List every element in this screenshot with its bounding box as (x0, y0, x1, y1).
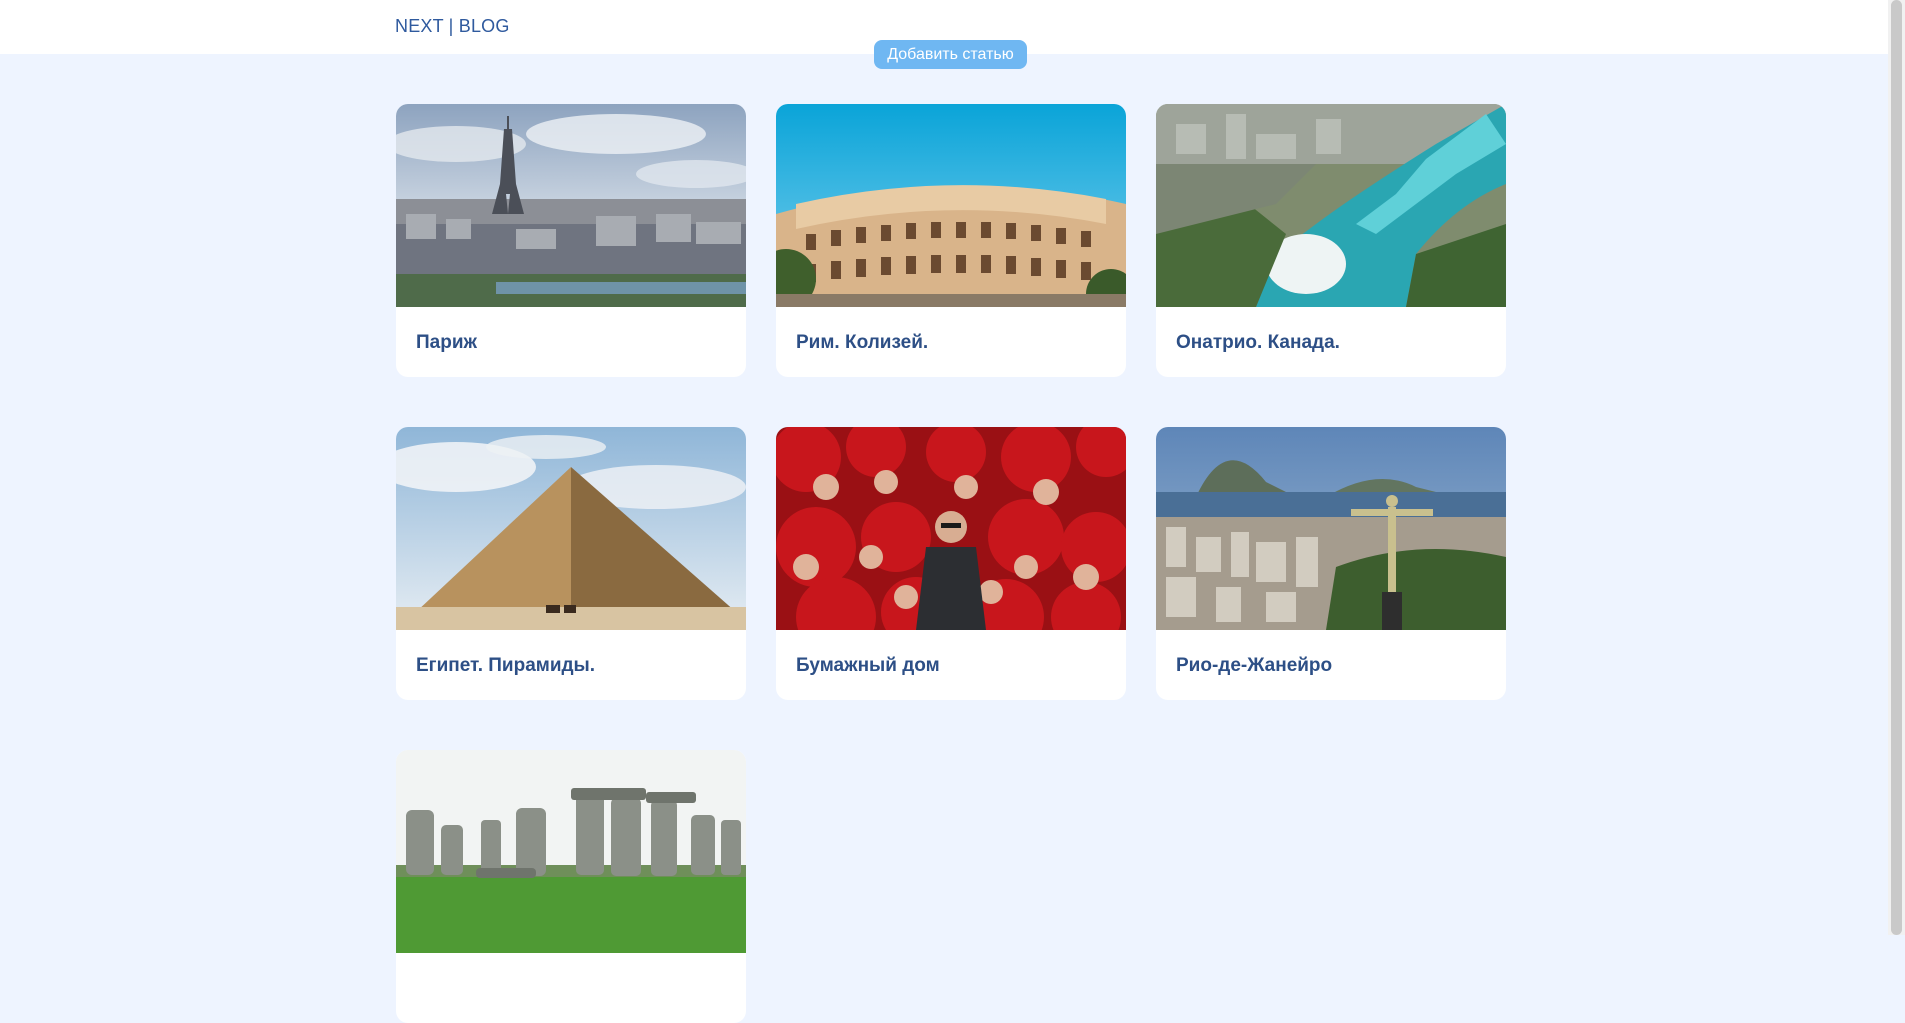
pyramid-photo (396, 427, 746, 630)
add-article-button[interactable]: Добавить статью (874, 40, 1027, 69)
article-card-image (396, 104, 746, 307)
vertical-scrollbar[interactable] (1888, 0, 1905, 935)
article-card-egypt[interactable]: Египет. Пирамиды. (396, 427, 746, 700)
niagara-falls-photo (1156, 104, 1506, 307)
article-card-stonehenge[interactable] (396, 750, 746, 1023)
article-card-canada[interactable]: Онатрио. Канада. (1156, 104, 1506, 377)
article-card-image (776, 427, 1126, 630)
scrollbar-thumb[interactable] (1891, 0, 1902, 935)
colosseum-photo (776, 104, 1126, 307)
article-card-title: Париж (416, 332, 477, 353)
article-card-image (396, 427, 746, 630)
article-card-paris[interactable]: Париж (396, 104, 746, 377)
article-card-rome[interactable]: Рим. Колизей. (776, 104, 1126, 377)
site-logo[interactable]: NEXT | BLOG (395, 16, 510, 37)
stonehenge-photo (396, 750, 746, 953)
article-card-title: Египет. Пирамиды. (416, 655, 596, 676)
article-card-image (776, 104, 1126, 307)
christ-redeemer-photo (1156, 427, 1506, 630)
article-card-title: Бумажный дом (796, 655, 940, 676)
article-card-image (1156, 104, 1506, 307)
article-card-title: Рио-де-Жанейро (1176, 655, 1333, 676)
money-heist-cast-photo (776, 427, 1126, 630)
article-card-title: Онатрио. Канада. (1176, 332, 1340, 353)
eiffel-tower-photo (396, 104, 746, 307)
article-card-image (396, 750, 746, 953)
article-card-money-heist[interactable]: Бумажный дом (776, 427, 1126, 700)
article-card-image (1156, 427, 1506, 630)
article-card-rio[interactable]: Рио-де-Жанейро (1156, 427, 1506, 700)
article-card-title: Рим. Колизей. (796, 332, 929, 353)
